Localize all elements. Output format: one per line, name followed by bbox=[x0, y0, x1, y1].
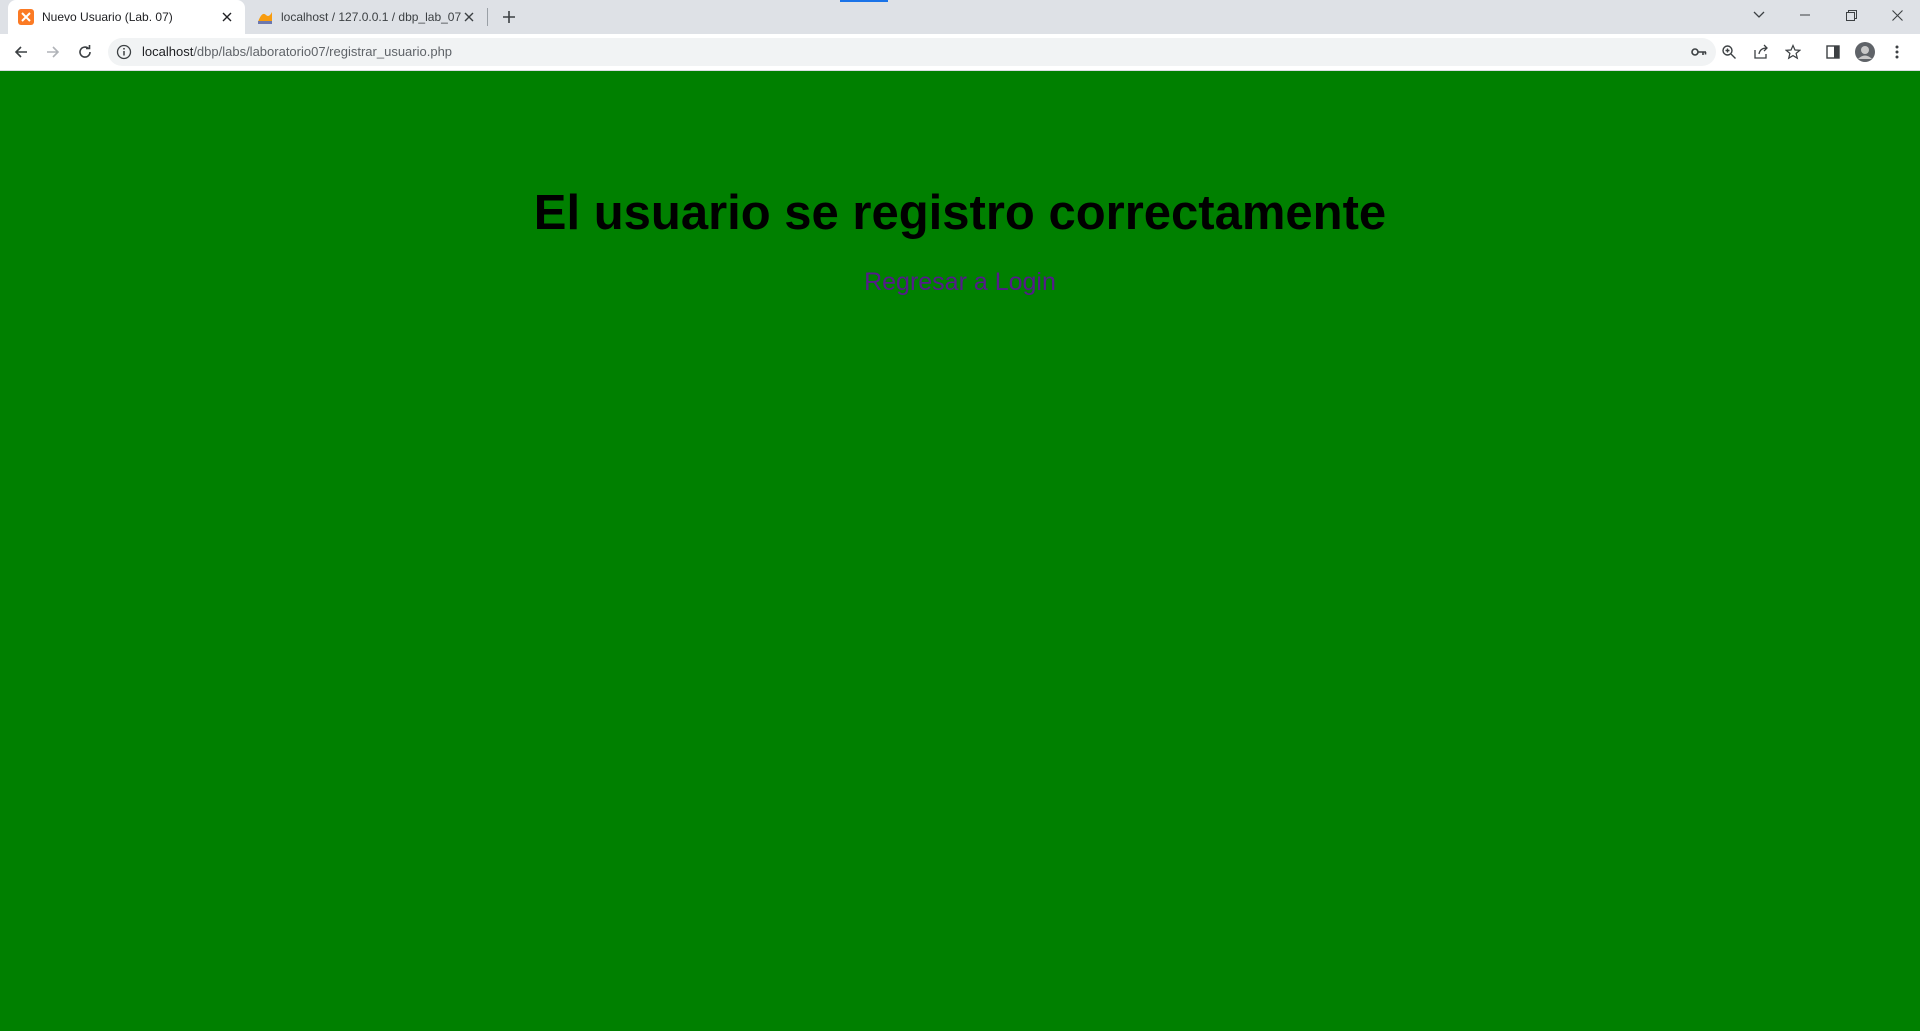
share-button[interactable] bbox=[1748, 39, 1774, 65]
minimize-button[interactable] bbox=[1782, 0, 1828, 30]
close-tab-icon[interactable] bbox=[219, 9, 235, 25]
kebab-menu-icon bbox=[1895, 45, 1899, 59]
key-icon[interactable] bbox=[1690, 43, 1708, 61]
menu-button[interactable] bbox=[1884, 39, 1910, 65]
close-tab-icon[interactable] bbox=[461, 9, 477, 25]
browser-toolbar: localhost/dbp/labs/laboratorio07/registr… bbox=[0, 34, 1920, 71]
tab-separator bbox=[487, 8, 488, 26]
tab-nuevo-usuario[interactable]: Nuevo Usuario (Lab. 07) bbox=[8, 0, 245, 34]
xampp-icon bbox=[18, 9, 34, 25]
tab-phpmyadmin[interactable]: localhost / 127.0.0.1 / dbp_lab_07 bbox=[247, 0, 487, 34]
address-bar[interactable]: localhost/dbp/labs/laboratorio07/registr… bbox=[108, 38, 1716, 66]
side-panel-icon bbox=[1826, 45, 1840, 59]
tab-title: Nuevo Usuario (Lab. 07) bbox=[42, 10, 173, 24]
arrow-left-icon bbox=[14, 46, 27, 58]
url-text[interactable]: localhost/dbp/labs/laboratorio07/registr… bbox=[142, 38, 452, 66]
share-icon bbox=[1754, 44, 1768, 59]
star-icon bbox=[1785, 44, 1801, 60]
page-content: El usuario se registro correctamente Reg… bbox=[0, 71, 1920, 1031]
reload-icon bbox=[79, 45, 91, 58]
side-panel-button[interactable] bbox=[1820, 39, 1846, 65]
success-heading: El usuario se registro correctamente bbox=[533, 186, 1387, 240]
url-path: /dbp/labs/laboratorio07/registrar_usuari… bbox=[193, 44, 453, 59]
browser-chrome: Nuevo Usuario (Lab. 07) localhost / 127.… bbox=[0, 0, 1920, 71]
new-tab-button[interactable] bbox=[497, 5, 521, 29]
close-window-button[interactable] bbox=[1874, 0, 1920, 30]
minimize-icon bbox=[1800, 14, 1810, 16]
tab-search-button[interactable] bbox=[1736, 0, 1782, 30]
zoom-icon bbox=[1722, 45, 1736, 59]
tab-strip: Nuevo Usuario (Lab. 07) localhost / 127.… bbox=[0, 0, 1920, 34]
profile-button[interactable] bbox=[1852, 39, 1878, 65]
back-button[interactable] bbox=[8, 39, 34, 65]
restore-button[interactable] bbox=[1828, 0, 1874, 30]
url-host: localhost bbox=[142, 44, 194, 59]
forward-button[interactable] bbox=[40, 39, 66, 65]
phpmyadmin-icon bbox=[258, 12, 272, 24]
avatar bbox=[1855, 42, 1875, 62]
reload-button[interactable] bbox=[72, 39, 98, 65]
back-to-login-link[interactable]: Regresar a Login bbox=[0, 267, 1920, 297]
tab-search-indicator bbox=[840, 0, 888, 2]
info-icon[interactable] bbox=[116, 44, 132, 60]
plus-icon bbox=[503, 11, 515, 23]
zoom-button[interactable] bbox=[1716, 39, 1742, 65]
bookmark-button[interactable] bbox=[1780, 39, 1806, 65]
link-label: Regresar a Login bbox=[864, 268, 1056, 296]
arrow-right-icon bbox=[47, 46, 60, 58]
close-icon bbox=[1891, 9, 1903, 21]
restore-icon bbox=[1845, 9, 1857, 21]
tab-title: localhost / 127.0.0.1 / dbp_lab_07 bbox=[281, 10, 461, 24]
chevron-down-icon bbox=[1753, 11, 1765, 18]
